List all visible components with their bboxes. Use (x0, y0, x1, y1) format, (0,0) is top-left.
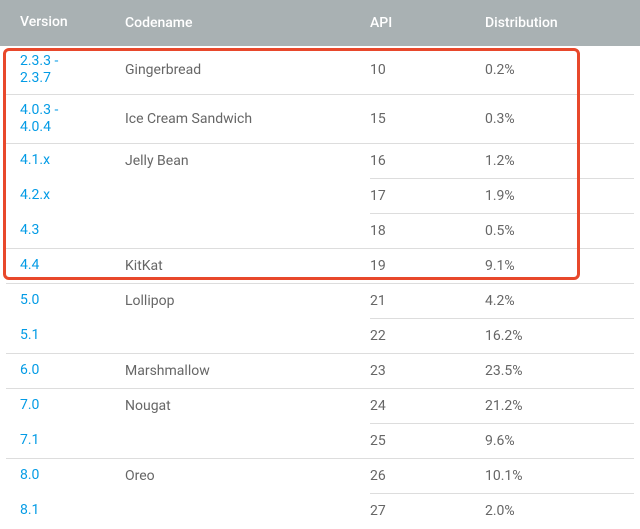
version-link[interactable]: 4.1.x (20, 152, 50, 168)
cell-distribution: 23.5% (485, 363, 640, 379)
cell-distribution: 10.1% (485, 468, 640, 484)
cell-distribution: 1.9% (485, 188, 640, 204)
cell-distribution: 0.3% (485, 111, 640, 127)
version-link[interactable]: 4.3 (20, 222, 39, 238)
cell-api: 25 (370, 433, 485, 449)
header-api: API (370, 15, 485, 31)
cell-codename: Nougat (125, 398, 370, 414)
version-link[interactable]: 8.0 (20, 467, 39, 483)
version-link[interactable]: 5.0 (20, 292, 39, 308)
cell-codename: Jelly Bean (125, 153, 370, 169)
table-header-row: Version Codename API Distribution (0, 0, 640, 46)
header-codename: Codename (125, 15, 370, 31)
cell-api: 16 (370, 153, 485, 169)
table-row: 4.0.3 - 4.0.4 Ice Cream Sandwich150.3% (0, 95, 640, 143)
cell-version: 8.0 (0, 467, 125, 485)
cell-codename: KitKat (125, 258, 370, 274)
cell-codename: Marshmallow (125, 363, 370, 379)
table-row: 5.1 2216.2% (0, 319, 640, 353)
cell-api: 15 (370, 111, 485, 127)
cell-api: 18 (370, 223, 485, 239)
table-row: 5.0 Lollipop214.2% (0, 284, 640, 318)
table-row: 4.4 KitKat199.1% (0, 249, 640, 283)
table-row: 8.0 Oreo2610.1% (0, 459, 640, 493)
version-link[interactable]: 5.1 (20, 327, 39, 343)
cell-codename: Ice Cream Sandwich (125, 111, 370, 127)
cell-version: 4.2.x (0, 187, 125, 205)
table-row: 7.0 Nougat2421.2% (0, 389, 640, 423)
cell-distribution: 4.2% (485, 293, 640, 309)
cell-api: 21 (370, 293, 485, 309)
version-link[interactable]: 7.0 (20, 397, 39, 413)
table-row: 4.1.x Jelly Bean161.2% (0, 144, 640, 178)
cell-codename: Oreo (125, 468, 370, 484)
table-row: 2.3.3 - 2.3.7 Gingerbread100.2% (0, 46, 640, 94)
version-link[interactable]: 4.0.3 - 4.0.4 (20, 102, 58, 136)
cell-version: 4.4 (0, 257, 125, 275)
cell-distribution: 0.2% (485, 62, 640, 78)
cell-distribution: 1.2% (485, 153, 640, 169)
cell-distribution: 2.0% (485, 503, 640, 519)
cell-api: 27 (370, 503, 485, 519)
cell-api: 17 (370, 188, 485, 204)
table-row: 4.3 180.5% (0, 214, 640, 248)
version-link[interactable]: 8.1 (20, 502, 39, 518)
cell-distribution: 9.6% (485, 433, 640, 449)
version-link[interactable]: 4.4 (20, 257, 39, 273)
cell-version: 4.3 (0, 222, 125, 240)
cell-version: 6.0 (0, 362, 125, 380)
cell-version: 4.1.x (0, 152, 125, 170)
cell-version: 2.3.3 - 2.3.7 (0, 53, 125, 88)
table-row: 8.1 272.0% (0, 494, 640, 528)
version-link[interactable]: 2.3.3 - 2.3.7 (20, 53, 58, 87)
table-body: 2.3.3 - 2.3.7 Gingerbread100.2% 4.0.3 - 4.… (0, 46, 640, 528)
cell-codename: Gingerbread (125, 62, 370, 78)
cell-api: 22 (370, 328, 485, 344)
cell-distribution: 0.5% (485, 223, 640, 239)
cell-version: 5.1 (0, 327, 125, 345)
table-row: 4.2.x 171.9% (0, 179, 640, 213)
cell-version: 7.1 (0, 432, 125, 450)
cell-distribution: 16.2% (485, 328, 640, 344)
table-row: 7.1 259.6% (0, 424, 640, 458)
cell-version: 4.0.3 - 4.0.4 (0, 102, 125, 137)
header-distribution: Distribution (485, 15, 640, 31)
version-link[interactable]: 6.0 (20, 362, 39, 378)
cell-version: 5.0 (0, 292, 125, 310)
table-row: 6.0 Marshmallow2323.5% (0, 354, 640, 388)
cell-version: 8.1 (0, 502, 125, 520)
cell-api: 23 (370, 363, 485, 379)
version-link[interactable]: 4.2.x (20, 187, 50, 203)
cell-version: 7.0 (0, 397, 125, 415)
distribution-table: Version Codename API Distribution 2.3.3 … (0, 0, 640, 528)
cell-codename: Lollipop (125, 293, 370, 309)
cell-distribution: 21.2% (485, 398, 640, 414)
header-version: Version (0, 14, 125, 32)
cell-api: 19 (370, 258, 485, 274)
cell-api: 24 (370, 398, 485, 414)
version-link[interactable]: 7.1 (20, 432, 39, 448)
cell-api: 10 (370, 62, 485, 78)
cell-distribution: 9.1% (485, 258, 640, 274)
cell-api: 26 (370, 468, 485, 484)
